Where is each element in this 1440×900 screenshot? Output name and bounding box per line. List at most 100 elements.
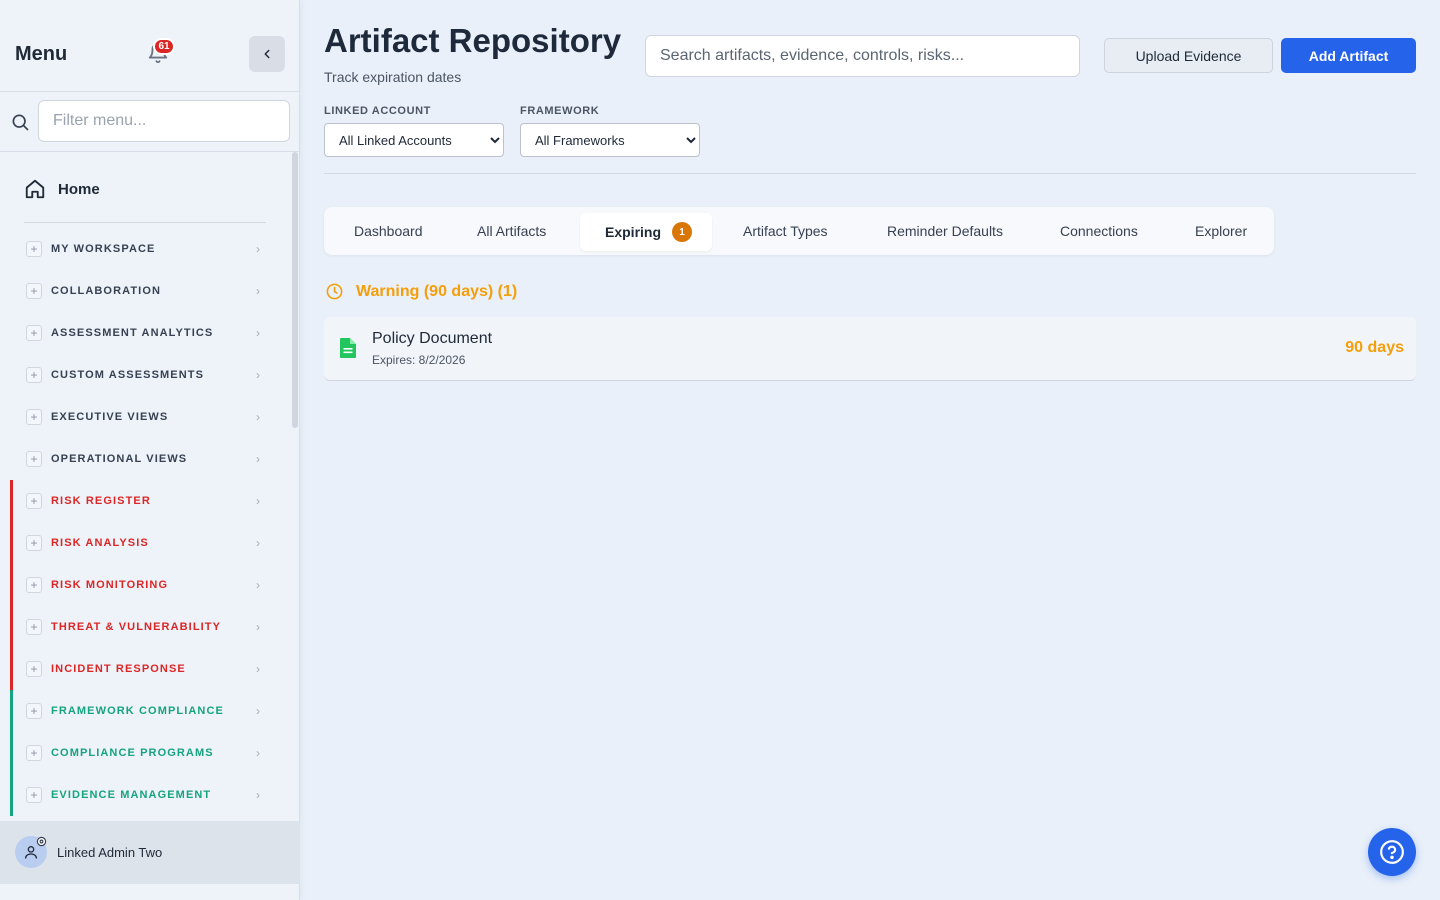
upload-evidence-button[interactable]: Upload Evidence bbox=[1104, 38, 1273, 73]
clock-icon bbox=[326, 283, 343, 300]
expand-icon[interactable]: + bbox=[26, 703, 42, 719]
home-icon bbox=[25, 179, 45, 199]
add-artifact-button[interactable]: Add Artifact bbox=[1281, 38, 1416, 73]
linked-account-select[interactable]: All Linked Accounts bbox=[324, 123, 504, 157]
chevron-right-icon: › bbox=[256, 704, 260, 718]
tab-artifact-types[interactable]: Artifact Types bbox=[743, 207, 828, 255]
sidebar-item-label: COMPLIANCE PROGRAMS bbox=[51, 747, 214, 759]
sidebar-item-collaboration[interactable]: + COLLABORATION › bbox=[10, 270, 276, 312]
tab-bar: Dashboard All Artifacts Expiring 1 Artif… bbox=[324, 207, 1274, 255]
sidebar-scrollbar[interactable] bbox=[292, 152, 298, 428]
help-button[interactable] bbox=[1368, 828, 1416, 876]
expand-icon[interactable]: + bbox=[26, 367, 42, 383]
chevron-right-icon: › bbox=[256, 662, 260, 676]
tab-reminder-defaults[interactable]: Reminder Defaults bbox=[887, 207, 1003, 255]
tab-label: Dashboard bbox=[354, 223, 423, 239]
page-subtitle: Track expiration dates bbox=[324, 69, 462, 85]
section-accent bbox=[10, 312, 13, 354]
tab-all-artifacts[interactable]: All Artifacts bbox=[477, 207, 546, 255]
linked-account-label: LINKED ACCOUNT bbox=[324, 105, 431, 117]
sidebar-item-label: RISK ANALYSIS bbox=[51, 537, 149, 549]
page-title: Artifact Repository bbox=[324, 22, 622, 59]
user-footer[interactable]: Linked Admin Two bbox=[0, 821, 300, 884]
collapse-sidebar-button[interactable] bbox=[249, 36, 285, 72]
sidebar-item-executive-views[interactable]: + EXECUTIVE VIEWS › bbox=[10, 396, 276, 438]
sidebar-item-label: ASSESSMENT ANALYTICS bbox=[51, 327, 214, 339]
expand-icon[interactable]: + bbox=[26, 787, 42, 803]
divider bbox=[324, 173, 1416, 174]
tab-expiring[interactable]: Expiring 1 bbox=[580, 213, 713, 251]
notification-badge[interactable]: 61 bbox=[153, 38, 175, 55]
expand-icon[interactable]: + bbox=[26, 577, 42, 593]
sidebar-item-risk-register[interactable]: + RISK REGISTER › bbox=[10, 480, 276, 522]
tab-label: Artifact Types bbox=[743, 223, 828, 239]
tab-label: Connections bbox=[1060, 223, 1138, 239]
document-icon bbox=[340, 338, 356, 358]
chevron-right-icon: › bbox=[256, 578, 260, 592]
tab-connections[interactable]: Connections bbox=[1060, 207, 1138, 255]
search-icon bbox=[12, 114, 29, 131]
sidebar-item-evidence-management[interactable]: + EVIDENCE MANAGEMENT › bbox=[10, 774, 276, 816]
section-accent bbox=[10, 732, 13, 774]
section-accent bbox=[10, 522, 13, 564]
artifact-name: Policy Document bbox=[372, 330, 493, 347]
chevron-right-icon: › bbox=[256, 494, 260, 508]
expand-icon[interactable]: + bbox=[26, 661, 42, 677]
sidebar-item-label: RISK REGISTER bbox=[51, 495, 151, 507]
framework-select[interactable]: All Frameworks bbox=[520, 123, 700, 157]
sidebar-item-label: INCIDENT RESPONSE bbox=[51, 663, 186, 675]
sidebar-item-assessment-analytics[interactable]: + ASSESSMENT ANALYTICS › bbox=[10, 312, 276, 354]
section-accent bbox=[10, 564, 13, 606]
expand-icon[interactable]: + bbox=[26, 535, 42, 551]
list-item[interactable]: Policy Document Expires: 8/2/2026 90 day… bbox=[324, 317, 1416, 381]
sidebar-item-custom-assessments[interactable]: + CUSTOM ASSESSMENTS › bbox=[10, 354, 276, 396]
sidebar-item-risk-analysis[interactable]: + RISK ANALYSIS › bbox=[10, 522, 276, 564]
expand-icon[interactable]: + bbox=[26, 493, 42, 509]
expiring-count-badge: 1 bbox=[672, 222, 693, 242]
chevron-right-icon: › bbox=[256, 284, 260, 298]
expand-icon[interactable]: + bbox=[26, 409, 42, 425]
sidebar-item-framework-compliance[interactable]: + FRAMEWORK COMPLIANCE › bbox=[10, 690, 276, 732]
sidebar-item-label: RISK MONITORING bbox=[51, 579, 169, 591]
sidebar-item-risk-monitoring[interactable]: + RISK MONITORING › bbox=[10, 564, 276, 606]
filter-menu-input[interactable] bbox=[38, 100, 290, 142]
help-icon bbox=[1380, 840, 1404, 864]
section-accent bbox=[10, 396, 13, 438]
sidebar-item-incident-response[interactable]: + INCIDENT RESPONSE › bbox=[10, 648, 276, 690]
section-accent bbox=[10, 648, 13, 690]
sidebar-item-my-workspace[interactable]: + MY WORKSPACE › bbox=[10, 228, 276, 270]
search-input[interactable] bbox=[645, 35, 1080, 77]
sidebar-item-label: COLLABORATION bbox=[51, 285, 162, 297]
section-accent bbox=[10, 690, 13, 732]
expand-icon[interactable]: + bbox=[26, 283, 42, 299]
section-accent bbox=[10, 606, 13, 648]
chevron-right-icon: › bbox=[256, 788, 260, 802]
expand-icon[interactable]: + bbox=[26, 241, 42, 257]
sidebar-item-label: FRAMEWORK COMPLIANCE bbox=[51, 705, 224, 717]
section-accent bbox=[10, 270, 13, 312]
gear-icon bbox=[36, 836, 47, 847]
sidebar-item-home[interactable]: Home bbox=[24, 178, 100, 200]
tab-label: Reminder Defaults bbox=[887, 223, 1003, 239]
warning-section-header: Warning (90 days) (1) bbox=[325, 282, 517, 301]
sidebar-item-label: EXECUTIVE VIEWS bbox=[51, 411, 169, 423]
expand-icon[interactable]: + bbox=[26, 451, 42, 467]
tab-label: Explorer bbox=[1195, 223, 1248, 239]
tab-explorer[interactable]: Explorer bbox=[1195, 207, 1247, 255]
expand-icon[interactable]: + bbox=[26, 619, 42, 635]
sidebar-item-label: MY WORKSPACE bbox=[51, 243, 156, 255]
user-name: Linked Admin Two bbox=[57, 845, 163, 860]
sidebar-item-operational-views[interactable]: + OPERATIONAL VIEWS › bbox=[10, 438, 276, 480]
section-accent bbox=[10, 354, 13, 396]
days-remaining: 90 days bbox=[1345, 339, 1404, 356]
sidebar-item-threat-vulnerability[interactable]: + THREAT & VULNERABILITY › bbox=[10, 606, 276, 648]
section-accent bbox=[10, 480, 13, 522]
expand-icon[interactable]: + bbox=[26, 745, 42, 761]
expand-icon[interactable]: + bbox=[26, 325, 42, 341]
sidebar-item-compliance-programs[interactable]: + COMPLIANCE PROGRAMS › bbox=[10, 732, 276, 774]
sidebar-header: Menu 61 bbox=[0, 0, 299, 92]
tab-dashboard[interactable]: Dashboard bbox=[354, 207, 423, 255]
tab-label: All Artifacts bbox=[477, 223, 547, 239]
main-content: Artifact Repository Track expiration dat… bbox=[300, 0, 1440, 900]
sidebar-item-label: CUSTOM ASSESSMENTS bbox=[51, 369, 205, 381]
